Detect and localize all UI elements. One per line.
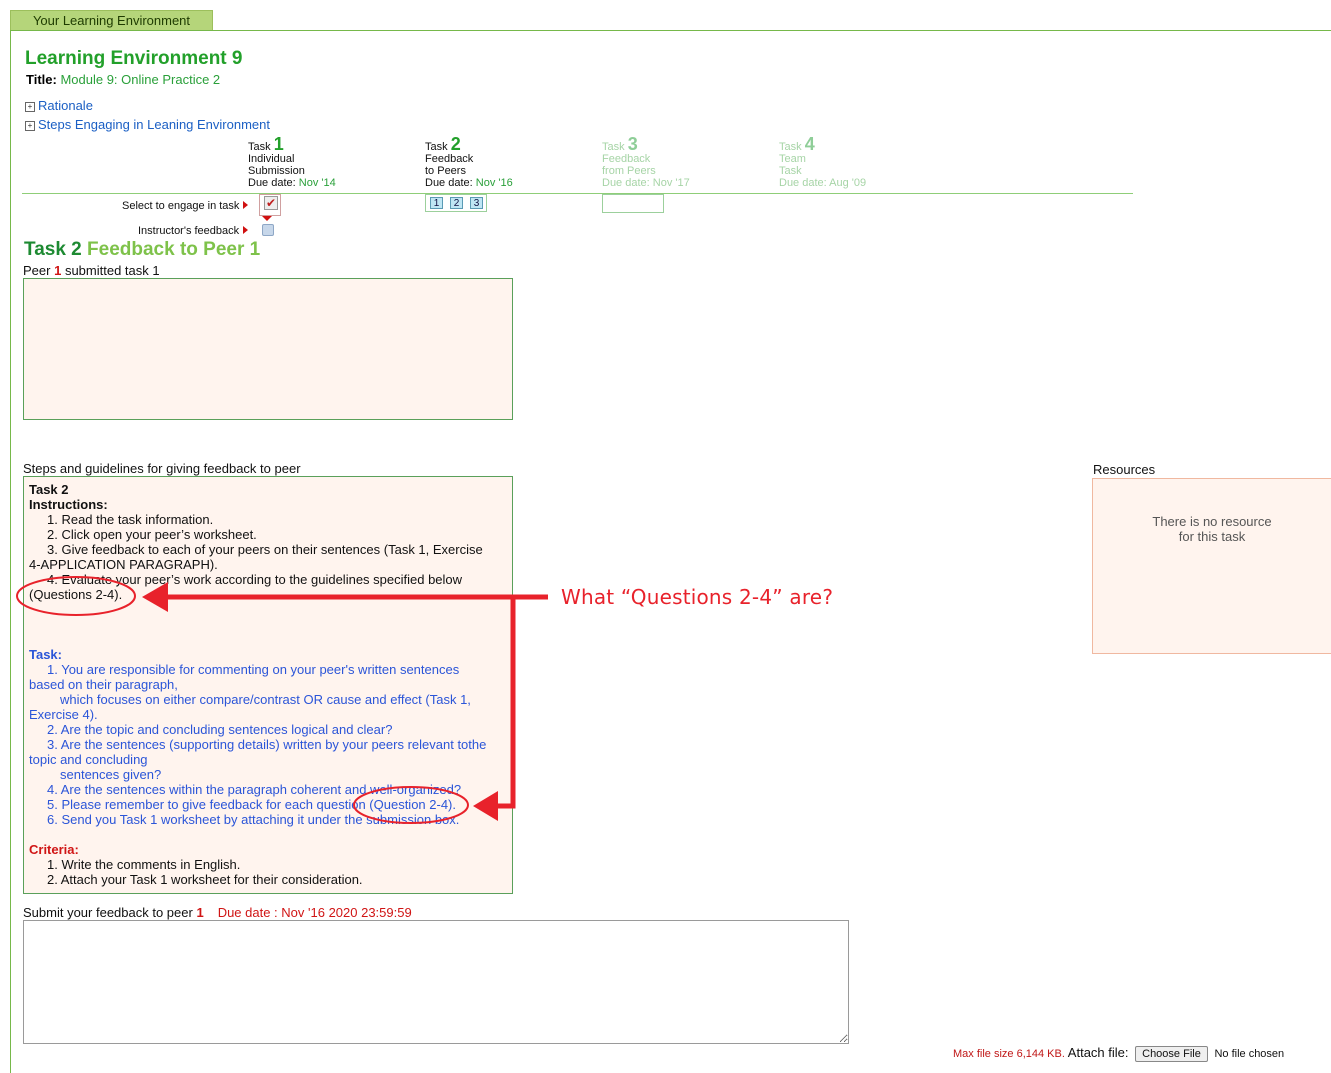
- feedback-textarea[interactable]: [23, 920, 849, 1044]
- steps-link[interactable]: Steps Engaging in Leaning Environment: [38, 117, 270, 132]
- task-column-3[interactable]: Task 3 Feedback from Peers Due date: Nov…: [602, 135, 690, 189]
- task-number: 1: [273, 134, 284, 154]
- task-number: 3: [627, 134, 638, 154]
- attach-label: Attach file:: [1067, 1045, 1129, 1060]
- peer-submission-area: [23, 278, 513, 420]
- task-item: 2. Are the topic and concluding sentence…: [47, 722, 393, 737]
- task-item: 3. Are the sentences (supporting details…: [47, 737, 487, 752]
- guide-task-heading: Task 2: [29, 482, 69, 497]
- task-item: 4. Are the sentences within the paragrap…: [47, 782, 462, 797]
- task-prefix: Task: [425, 141, 448, 153]
- task-due: Due date: Nov '14: [248, 177, 336, 189]
- guidelines-label: Steps and guidelines for giving feedback…: [23, 461, 301, 476]
- steps-expander[interactable]: + Steps Engaging in Leaning Environment: [25, 117, 270, 132]
- peer-submitted-label: Peer 1 submitted task 1: [23, 263, 160, 278]
- task-prefix: Task: [248, 141, 271, 153]
- task-line2: Submission: [248, 165, 305, 177]
- annotation-text: What “Questions 2-4” are?: [561, 585, 834, 609]
- environment-heading: Learning Environment 9: [25, 48, 243, 69]
- task-divider: [22, 193, 1133, 194]
- task-line1: Feedback: [602, 153, 651, 165]
- submit-due-date: Due date : Nov '16 2020 23:59:59: [217, 905, 412, 920]
- resources-box: There is no resource for this task: [1092, 478, 1331, 654]
- task-line2: Task: [779, 165, 802, 177]
- arrow-right-icon: [243, 201, 249, 209]
- task-due: Due date: Aug '09: [779, 177, 867, 189]
- resources-empty-text: for this task: [1178, 529, 1246, 544]
- task-line2: to Peers: [425, 165, 466, 177]
- task-column-2[interactable]: Task 2 Feedback to Peers Due date: Nov '…: [425, 135, 513, 189]
- instruction-item: 4. Evaluate your peer’s work according t…: [47, 572, 463, 587]
- task-column-1[interactable]: Task 1 Individual Submission Due date: N…: [248, 135, 336, 189]
- resources-empty-text: There is no resource: [1152, 514, 1272, 529]
- task-label: Task:: [29, 647, 62, 662]
- task-number: 4: [804, 134, 815, 154]
- task-item: sentences given?: [60, 767, 162, 782]
- task-line1: Team: [779, 153, 806, 165]
- peer-selector: 1 2 3: [425, 194, 487, 212]
- peer-1-button[interactable]: 1: [430, 197, 443, 209]
- file-status: No file chosen: [1214, 1048, 1285, 1060]
- criteria-item: 1. Write the comments in English.: [47, 857, 241, 872]
- task-prefix: Task: [602, 141, 625, 153]
- tab-divider: [10, 30, 1331, 31]
- submit-feedback-label: Submit your feedback to peer 1 Due date :…: [23, 905, 412, 920]
- task-item: 5. Please remember to give feedback for …: [47, 797, 456, 812]
- expand-plus-icon[interactable]: +: [25, 102, 35, 112]
- criteria-label: Criteria:: [29, 842, 79, 857]
- task-item: based on their paragraph,: [29, 677, 178, 692]
- rationale-link[interactable]: Rationale: [38, 98, 93, 113]
- task-line1: Feedback: [425, 153, 474, 165]
- task-item: 6. Send you Task 1 worksheet by attachin…: [47, 812, 460, 827]
- instructor-feedback-label: Instructor's feedback: [138, 225, 249, 237]
- instructions-heading: Instructions:: [29, 497, 108, 512]
- module-title: Title: Module 9: Online Practice 2: [26, 72, 220, 87]
- task-due: Due date: Nov '16: [425, 177, 513, 189]
- task-prefix: Task: [779, 141, 802, 153]
- tab-bar: Your Learning Environment: [0, 0, 1331, 32]
- instruction-item-cont: (Questions 2-4).: [29, 587, 123, 602]
- task-item: Exercise 4).: [29, 707, 98, 722]
- peer-2-button[interactable]: 2: [450, 197, 463, 209]
- expand-plus-icon[interactable]: +: [25, 121, 35, 131]
- left-border: [10, 30, 11, 1073]
- peer-3-button[interactable]: 3: [470, 197, 483, 209]
- instruction-item: 3. Give feedback to each of your peers o…: [47, 542, 483, 557]
- instruction-item-cont: 4-APPLICATION PARAGRAPH).: [29, 557, 218, 572]
- attach-file-row: Max file size 6,144 KB. Attach file: Cho…: [953, 1045, 1284, 1062]
- task3-selector[interactable]: [602, 194, 664, 213]
- task-number: 2: [450, 134, 461, 154]
- arrow-down-icon: [262, 216, 272, 221]
- rationale-expander[interactable]: + Rationale: [25, 98, 93, 113]
- task1-engage-checkbox[interactable]: ✔: [259, 194, 281, 216]
- criteria-item: 2. Attach your Task 1 worksheet for thei…: [47, 872, 363, 887]
- guidelines-box: Task 2 Instructions: 1. Read the task in…: [23, 476, 513, 894]
- arrow-right-icon: [243, 226, 249, 234]
- checkmark-icon[interactable]: ✔: [264, 196, 278, 210]
- task-item: 1. You are responsible for commenting on…: [47, 662, 460, 677]
- select-engage-label: Select to engage in task: [122, 200, 249, 212]
- task-line1: Individual: [248, 153, 295, 165]
- task-due: Due date: Nov '17: [602, 177, 690, 189]
- feedback-heading: Task 2 Feedback to Peer 1: [24, 239, 261, 260]
- title-value: Module 9: Online Practice 2: [60, 72, 221, 87]
- task-line2: from Peers: [602, 165, 656, 177]
- choose-file-button[interactable]: Choose File: [1135, 1046, 1208, 1062]
- title-label: Title:: [26, 72, 57, 87]
- resources-label: Resources: [1093, 462, 1156, 477]
- task-column-4[interactable]: Task 4 Team Task Due date: Aug '09: [779, 135, 867, 189]
- instruction-item: 2. Click open your peer’s worksheet.: [47, 527, 257, 542]
- max-file-size: Max file size 6,144 KB.: [953, 1048, 1065, 1060]
- task-item: which focuses on either compare/contrast…: [60, 692, 471, 707]
- instructor-feedback-icon[interactable]: [262, 224, 274, 236]
- tab-learning-environment[interactable]: Your Learning Environment: [10, 10, 213, 30]
- task-item: topic and concluding: [29, 752, 148, 767]
- instruction-item: 1. Read the task information.: [47, 512, 214, 527]
